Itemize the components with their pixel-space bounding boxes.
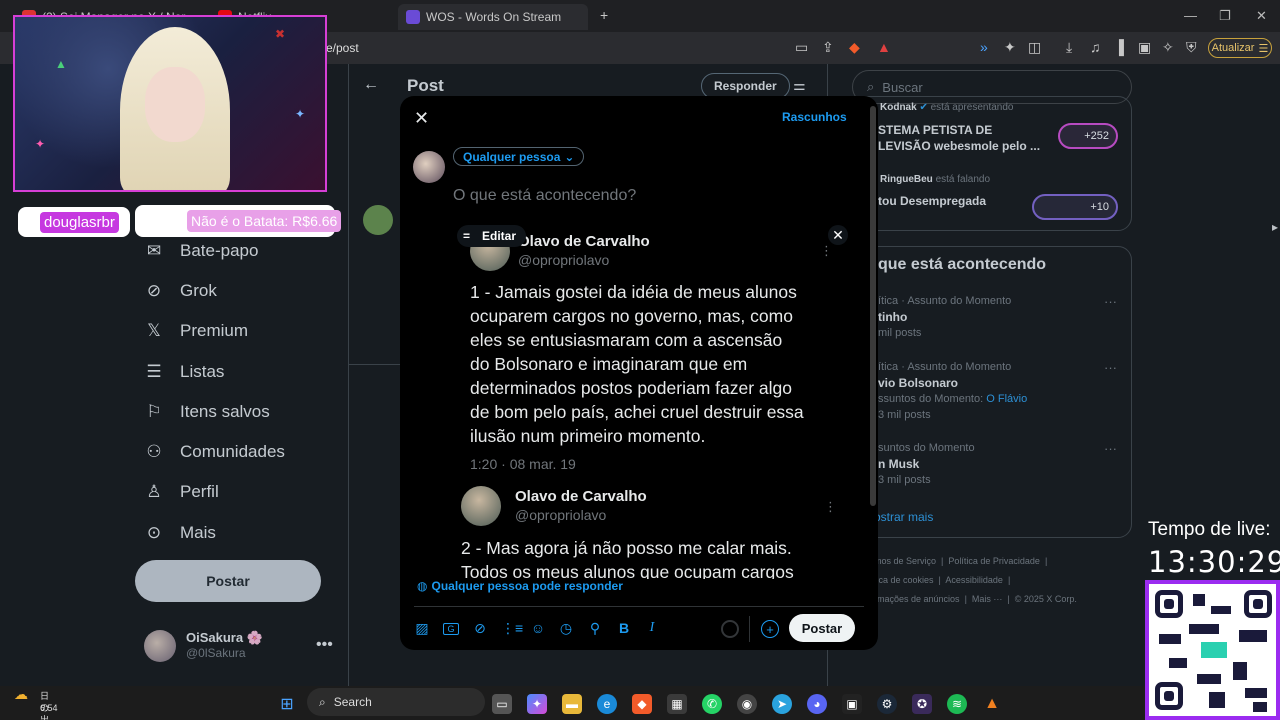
copilot-icon[interactable]: ✦ <box>527 694 547 714</box>
tree-decoration-icon: ▲ <box>55 57 67 71</box>
image-icon[interactable]: ▨ <box>414 620 430 637</box>
drafts-button[interactable]: Rascunhos <box>782 110 847 124</box>
chevron-down-icon: ⌄ <box>564 149 575 164</box>
tweet-more-icon[interactable]: ⋮ <box>820 243 833 259</box>
follower-alert: douglasrbr <box>18 207 130 237</box>
divider <box>414 606 864 607</box>
telegram-icon[interactable]: ➤ <box>772 694 792 714</box>
weather-icon: ☁ <box>14 686 28 702</box>
menu-icon: = <box>463 229 471 243</box>
windows-start-icon[interactable]: ⊞ <box>277 694 297 714</box>
live-timer: 13:30:29 <box>1148 545 1280 579</box>
brave-rewards-icon[interactable]: ▲ <box>877 39 891 55</box>
minimize-icon[interactable]: — <box>1184 8 1197 23</box>
donation-alert: Não é o Batata: R$6.66 <box>135 205 342 237</box>
location-icon[interactable]: ⚲ <box>587 620 603 637</box>
app-icon[interactable]: ▣ <box>842 694 862 714</box>
compose-textarea[interactable]: O que está acontecendo? <box>453 187 636 205</box>
leo-icon[interactable]: ✧ <box>1162 39 1174 56</box>
download-icon[interactable]: ⤓ <box>1066 39 1072 56</box>
bow-decoration-icon: ✖ <box>275 27 286 41</box>
share-icon[interactable]: ⇪ <box>822 39 834 56</box>
quoted-thread: Olavo de Carvalho @opropriolavo = Editar… <box>457 221 859 579</box>
tab-wos[interactable]: WOS - Words On Stream <box>398 4 588 30</box>
tweet-text: 1 - Jamais gostei da idéia de meus aluno… <box>470 282 804 446</box>
search-icon: ⌕ <box>319 694 326 709</box>
app-icon[interactable]: ✪ <box>912 694 932 714</box>
bold-icon[interactable]: B <box>616 620 632 636</box>
file-explorer-icon[interactable]: ▬ <box>562 694 582 714</box>
weather-widget[interactable]: ☁ 日の出です 6:54 <box>14 686 58 720</box>
brave-icon[interactable]: ◆ <box>632 694 652 714</box>
gif-icon[interactable]: G <box>443 623 459 635</box>
task-view-icon[interactable]: ▭ <box>492 694 512 714</box>
avatar <box>461 486 501 526</box>
poll-icon[interactable]: ⋮≡ <box>501 620 523 637</box>
edit-button[interactable]: = Editar <box>457 225 527 247</box>
qr-code <box>1145 580 1280 720</box>
schedule-icon[interactable]: ◷ <box>558 620 574 637</box>
globe-icon: ◍ <box>417 579 428 593</box>
divider <box>749 616 750 642</box>
tweet-author[interactable]: Olavo de Carvalho @opropriolavo <box>461 486 647 526</box>
new-tab-icon[interactable]: + <box>600 7 608 23</box>
update-button[interactable]: Atualizar ☰ <box>1208 38 1272 58</box>
vpn-icon[interactable]: ⛨ <box>1186 39 1197 56</box>
taskbar-search[interactable]: ⌕ Search <box>307 688 485 716</box>
tweet-more-icon[interactable]: ⋮ <box>824 499 837 515</box>
obs-icon[interactable]: ◉ <box>737 694 757 714</box>
wallet-icon[interactable]: ▣ <box>1138 39 1151 56</box>
italic-icon[interactable]: I <box>644 620 660 636</box>
remove-quote-icon[interactable]: ✕ <box>828 225 848 245</box>
post-button[interactable]: Postar <box>789 614 855 642</box>
compose-modal: ✕ Rascunhos Qualquer pessoa ⌄ O que está… <box>400 96 878 650</box>
character-counter <box>721 620 739 638</box>
spotify-icon[interactable]: ≋ <box>947 694 967 714</box>
avatar <box>413 151 445 183</box>
sidebar-icon[interactable]: ▐ <box>1114 39 1124 55</box>
modal-scrollbar[interactable] <box>870 106 876 506</box>
tweet-text: 2 - Mas agora já não posso me calar mais… <box>461 538 794 579</box>
webcam-feed: ▲ ✖ ✦ ✦ <box>13 15 327 192</box>
speech-icon[interactable]: » <box>980 39 988 55</box>
window-close-icon[interactable]: ✕ <box>1256 8 1267 24</box>
vlc-icon[interactable]: ▲ <box>982 694 1002 714</box>
cast-icon[interactable]: ▭ <box>795 39 808 56</box>
steam-icon[interactable]: ⚙ <box>877 694 897 714</box>
maximize-icon[interactable]: ❐ <box>1219 8 1231 24</box>
emoji-icon[interactable]: ☺ <box>530 620 546 636</box>
store-icon[interactable]: ▦ <box>667 694 687 714</box>
wos-favicon-icon <box>406 10 420 24</box>
music-icon[interactable]: ♫ <box>1090 39 1101 55</box>
tweet-timestamp: 1:20 · 08 mar. 19 <box>470 456 576 472</box>
menu-icon: ☰ <box>1258 42 1269 55</box>
live-timer-label: Tempo de live: <box>1148 519 1271 540</box>
url-field[interactable]: e/post <box>326 41 359 55</box>
grok-icon[interactable]: ⊘ <box>472 620 488 637</box>
discord-icon[interactable]: ◕ <box>807 694 827 714</box>
close-icon[interactable]: ✕ <box>414 108 429 129</box>
add-post-icon[interactable]: + <box>761 620 779 638</box>
audience-selector[interactable]: Qualquer pessoa ⌄ <box>453 147 585 166</box>
whatsapp-icon[interactable]: ✆ <box>702 694 722 714</box>
screenshot-icon[interactable]: ◫ <box>1028 39 1041 56</box>
reply-permission-button[interactable]: ◍ Qualquer pessoa pode responder <box>417 579 623 593</box>
brave-shield-icon[interactable]: ◆ <box>849 39 860 56</box>
edge-icon[interactable]: e <box>597 694 617 714</box>
extensions-icon[interactable]: ✦ <box>1004 39 1016 56</box>
